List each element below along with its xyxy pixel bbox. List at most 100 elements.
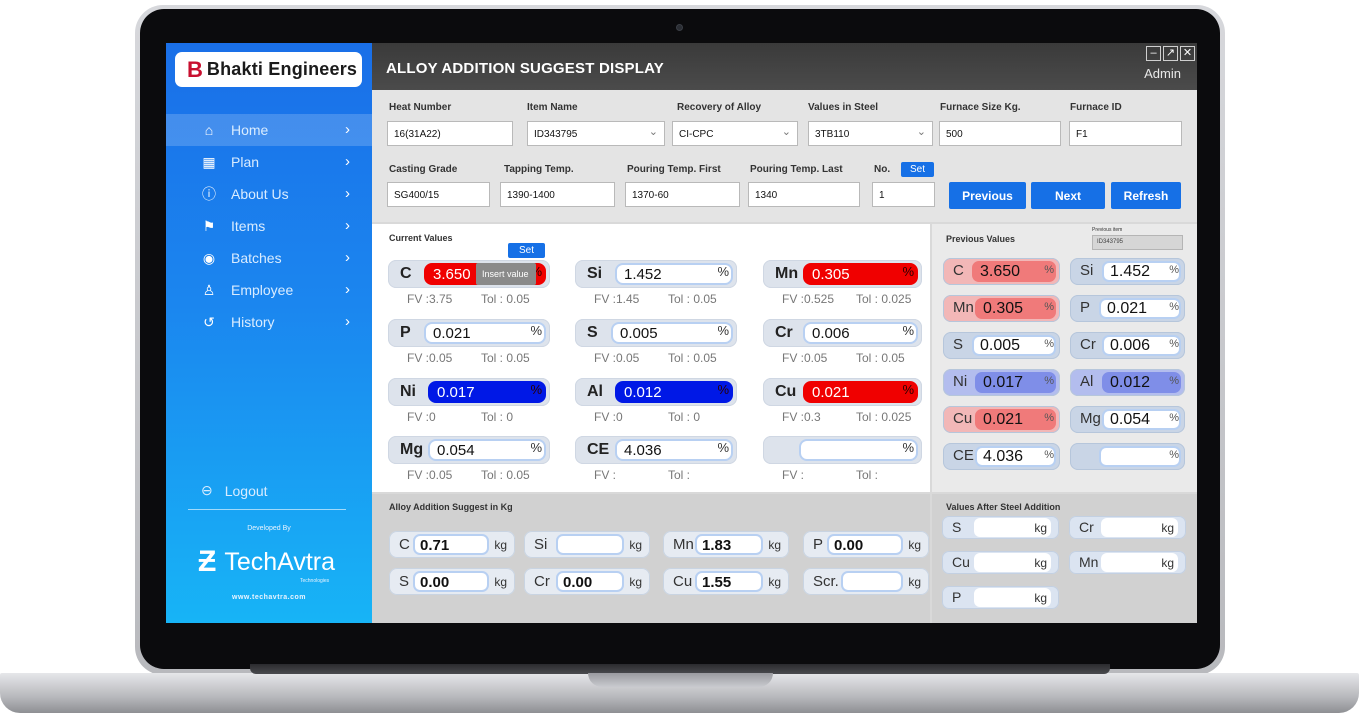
next-button[interactable]: Next	[1031, 182, 1105, 209]
values-in-steel-select[interactable]: 3TB110	[808, 121, 933, 146]
percent-unit: %	[1044, 412, 1054, 424]
screen-bottom-bezel	[166, 623, 1197, 643]
element-value-input[interactable]: 0.054	[428, 439, 546, 461]
element-symbol: P	[400, 324, 411, 341]
percent-unit: %	[1044, 338, 1054, 350]
alloy-suggest-scr: Scr. kg	[803, 568, 929, 595]
alloy-kg-input[interactable]: 0.00	[413, 571, 489, 592]
element-symbol: Mn	[953, 299, 974, 316]
current-value-ce: CE 4.036%	[575, 436, 737, 464]
element-symbol: Ni	[400, 383, 416, 400]
item-name-select[interactable]: ID343795	[527, 121, 665, 146]
element-symbol: S	[587, 324, 598, 341]
element-value-input[interactable]: 4.036	[615, 439, 733, 461]
alloy-suggest-cu: Cu 1.55 kg	[663, 568, 789, 595]
user-name[interactable]: Admin	[1144, 66, 1181, 81]
items-icon: ⚑	[202, 217, 216, 234]
no-input[interactable]: 1	[872, 182, 935, 207]
no-label: No.	[874, 164, 891, 175]
close-icon[interactable]: ✕	[1180, 46, 1195, 61]
pour-last-input[interactable]: 1340	[748, 182, 860, 207]
element-value-input[interactable]: 0.006	[803, 322, 918, 344]
percent-unit: %	[1169, 301, 1179, 313]
sidebar-item-about-us[interactable]: ⓘ About Us ›	[166, 178, 372, 210]
element-value-input[interactable]: 0.005	[611, 322, 733, 344]
sidebar-item-history[interactable]: ↺ History ›	[166, 306, 372, 338]
current-value-cu: Cu 0.021%	[763, 378, 922, 406]
kg-unit: kg	[1034, 556, 1047, 570]
alloy-addition-panel: Alloy Addition Suggest in Kg C 0.71 kg Si kg…	[372, 494, 930, 623]
set-current-button[interactable]: Set	[508, 243, 545, 258]
percent-unit: %	[1044, 301, 1054, 313]
alloy-kg-input[interactable]	[841, 571, 903, 592]
current-value-p: P 0.021%	[388, 319, 550, 347]
alloy-kg-input[interactable]	[556, 534, 624, 555]
current-values-title: Current Values	[389, 233, 453, 243]
employee-icon: ♙	[202, 281, 216, 298]
chevron-right-icon: ›	[345, 249, 350, 266]
sidebar-item-items[interactable]: ⚑ Items ›	[166, 210, 372, 242]
fv-value: FV :0.525	[782, 292, 835, 306]
percent-unit: %	[717, 382, 729, 397]
tolerance-value: Tol : 0.025	[856, 292, 912, 306]
element-value-input[interactable]: 0.021	[424, 322, 546, 344]
current-value-si: Si 1.452%	[575, 260, 737, 288]
previous-value-ni: Ni 0.017%	[943, 369, 1060, 396]
kg-unit: kg	[1161, 521, 1174, 535]
element-value-input[interactable]: 0.017	[428, 381, 546, 403]
casting-grade-input[interactable]: SG400/15	[387, 182, 490, 207]
element-symbol: Al	[1080, 373, 1094, 390]
sidebar-item-home[interactable]: ⌂ Home ›	[166, 114, 372, 146]
plan-icon: ▦	[202, 153, 216, 170]
refresh-button[interactable]: Refresh	[1111, 182, 1181, 209]
previous-value-mn: Mn 0.305%	[943, 295, 1060, 322]
tolerance-value: Tol : 0.05	[481, 292, 530, 306]
percent-unit: %	[530, 323, 542, 338]
popout-icon[interactable]: ↗	[1163, 46, 1178, 61]
page-title: ALLOY ADDITION SUGGEST DISPLAY	[386, 60, 664, 77]
furnace-size-input[interactable]: 500	[939, 121, 1061, 146]
furnace-id-label: Furnace ID	[1070, 102, 1122, 113]
alloy-kg-input[interactable]: 0.00	[827, 534, 903, 555]
element-symbol: Cu	[673, 573, 693, 590]
previous-button[interactable]: Previous	[949, 182, 1026, 209]
tolerance-value: Tol : 0.05	[668, 351, 717, 365]
logout-button[interactable]: ⊖ Logout	[201, 482, 268, 499]
kg-unit: kg	[768, 575, 781, 589]
element-symbol: Cu	[952, 554, 970, 570]
brand-mark: B	[187, 56, 203, 82]
current-values-panel: Current Values Set C 3.650% FV :3.75 Tol : …	[372, 224, 930, 492]
after-value-s: Skg	[942, 516, 1059, 539]
element-value-input[interactable]	[799, 439, 918, 461]
alloy-suggest-s: S 0.00 kg	[389, 568, 515, 595]
element-value-input[interactable]: 0.305	[803, 263, 918, 285]
sidebar-item-employee[interactable]: ♙ Employee ›	[166, 274, 372, 306]
element-symbol: C	[399, 536, 410, 553]
previous-value-al: Al 0.012%	[1070, 369, 1185, 396]
element-value-input[interactable]: 0.012	[615, 381, 733, 403]
sidebar-item-batches[interactable]: ◉ Batches ›	[166, 242, 372, 274]
set-no-button[interactable]: Set	[901, 162, 934, 177]
tapping-temp-input[interactable]: 1390-1400	[500, 182, 615, 207]
after-addition-panel: Values After Steel Addition Skg Cr kg Cu kg M…	[932, 494, 1197, 623]
alloy-kg-input[interactable]: 1.83	[695, 534, 763, 555]
element-value-input[interactable]: 0.021	[803, 381, 918, 403]
alloy-suggest-si: Si kg	[524, 531, 650, 558]
alloy-kg-input[interactable]: 1.55	[695, 571, 763, 592]
minimize-icon[interactable]: –	[1146, 46, 1161, 61]
sidebar-item-plan[interactable]: ▦ Plan ›	[166, 146, 372, 178]
element-value-input[interactable]: 1.452	[615, 263, 733, 285]
alloy-kg-input[interactable]: 0.00	[556, 571, 624, 592]
alloy-suggest-cr: Cr 0.00 kg	[524, 568, 650, 595]
chevron-right-icon: ›	[345, 217, 350, 234]
furnace-id-input[interactable]: F1	[1069, 121, 1182, 146]
alloy-suggest-p: P 0.00 kg	[803, 531, 929, 558]
recovery-select[interactable]: CI-CPC	[672, 121, 798, 146]
pour-first-input[interactable]: 1370-60	[625, 182, 740, 207]
percent-unit: %	[530, 440, 542, 455]
kg-unit: kg	[1161, 556, 1174, 570]
casting-grade-label: Casting Grade	[389, 164, 458, 175]
alloy-kg-input[interactable]: 0.71	[413, 534, 489, 555]
heat-number-input[interactable]: 16(31A22)	[387, 121, 513, 146]
percent-unit: %	[902, 382, 914, 397]
